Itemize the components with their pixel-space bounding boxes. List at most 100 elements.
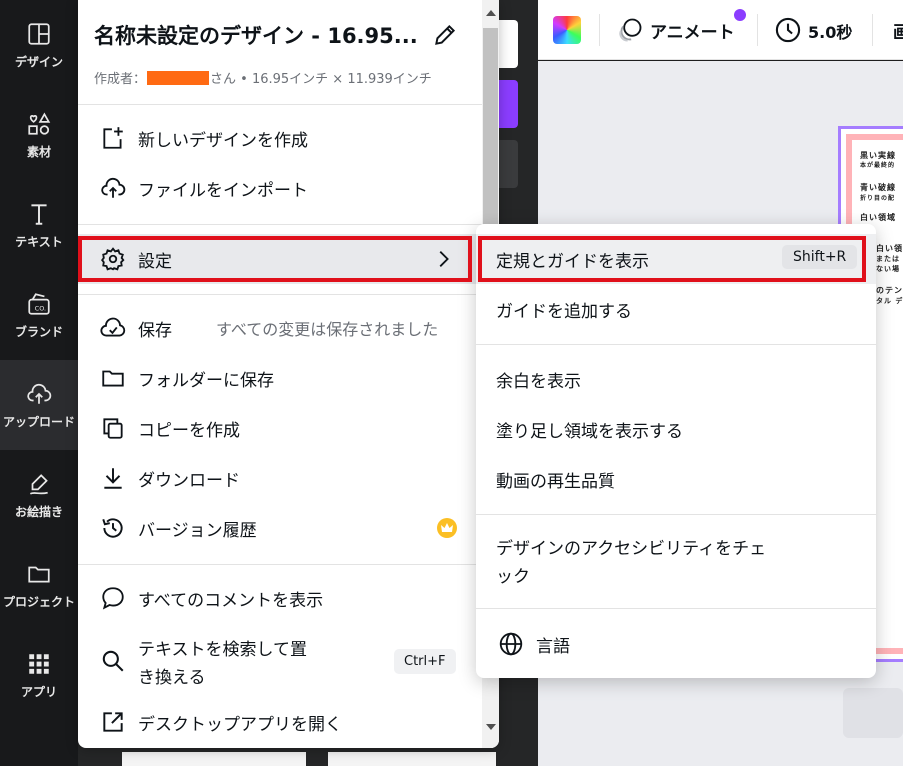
- submenu-label: デザインのアクセシビリティをチェ: [496, 539, 767, 559]
- submenu-item-language[interactable]: 言語: [476, 619, 876, 669]
- menu-item-make-copy[interactable]: コピーを作成: [78, 403, 482, 453]
- globe-icon: [499, 632, 523, 656]
- notification-dot: [734, 9, 746, 21]
- menu-item-settings[interactable]: 設定: [78, 234, 482, 284]
- sidebar-label: プロジェクト: [2, 594, 75, 609]
- clock-icon[interactable]: [774, 16, 802, 44]
- svg-text:CO.: CO.: [35, 304, 46, 312]
- submenu-divider: [476, 344, 876, 345]
- submenu-item-video-quality[interactable]: 動画の再生品質: [476, 454, 876, 504]
- menu-item-show-comments[interactable]: すべてのコメントを表示: [78, 573, 482, 623]
- submenu-divider: [476, 608, 876, 609]
- sidebar-item-apps[interactable]: アプリ: [0, 630, 78, 720]
- sidebar-item-design[interactable]: デザイン: [0, 0, 78, 90]
- submenu-item-show-margins[interactable]: 余白を表示: [476, 354, 876, 404]
- cloud-upload-icon: [101, 177, 126, 198]
- text-icon: [31, 203, 47, 225]
- submenu-item-accessibility[interactable]: デザインのアクセシビリティをチェ ック: [476, 524, 876, 604]
- sidebar-label: テキスト: [15, 234, 63, 249]
- cloud-upload-icon: [27, 383, 52, 404]
- submenu-label: 動画の再生品質: [496, 472, 615, 492]
- sidebar-item-uploads[interactable]: アップロード: [0, 360, 78, 450]
- menu-label: バージョン履歴: [138, 520, 257, 541]
- copy-icon: [103, 418, 123, 439]
- search-icon: [102, 650, 124, 672]
- brand-icon: CO.: [28, 292, 50, 315]
- sidebar-label: 素材: [26, 144, 51, 159]
- animate-button[interactable]: アニメート: [650, 18, 735, 43]
- menu-divider: [78, 294, 482, 295]
- canvas-text: 青い破線: [860, 183, 896, 192]
- download-icon: [104, 468, 122, 489]
- toolbar-divider: [757, 14, 758, 46]
- panel-thumbnail[interactable]: [328, 752, 496, 766]
- scrollbar-thumb[interactable]: [483, 28, 498, 238]
- cloud-check-icon: [100, 317, 126, 337]
- menu-divider: [78, 224, 482, 225]
- sidebar-item-text[interactable]: テキスト: [0, 180, 78, 270]
- menu-item-save[interactable]: 保存 すべての変更は保存されました: [78, 303, 482, 353]
- sidebar-item-projects[interactable]: プロジェクト: [0, 540, 78, 630]
- scroll-down-arrow-icon[interactable]: [486, 724, 496, 730]
- new-design-icon: [103, 127, 123, 149]
- submenu-label: 塗り足し領域を表示する: [496, 422, 683, 442]
- menu-item-version-history[interactable]: バージョン履歴: [78, 503, 482, 553]
- submenu-item-show-bleed[interactable]: 塗り足し領域を表示する: [476, 404, 876, 454]
- menu-label: 新しいデザインを作成: [138, 130, 308, 151]
- panel-thumbnail[interactable]: [122, 752, 306, 766]
- canvas-text: 折り目の配: [860, 195, 896, 202]
- toolbar-extra-button[interactable]: 画: [893, 18, 903, 43]
- submenu-label: 定規とガイドを表示: [496, 252, 649, 272]
- redacted-name: [147, 71, 210, 85]
- history-icon: [102, 518, 123, 538]
- sidebar-item-draw[interactable]: お絵描き: [0, 450, 78, 540]
- menu-label: ファイルをインポート: [138, 180, 308, 201]
- menu-item-find-replace[interactable]: テキストを検索して置 き換える Ctrl+F: [78, 623, 482, 699]
- sidebar-item-brand[interactable]: CO. ブランド: [0, 270, 78, 360]
- chevron-right-icon: [439, 251, 449, 267]
- left-sidebar: デザイン 素材 テキスト CO. ブランド アップロード お絵描き プロジェクト…: [0, 0, 78, 766]
- sidebar-label: デザイン: [14, 54, 63, 69]
- menu-label: テキストを検索して置: [138, 640, 307, 660]
- animate-icon[interactable]: [616, 16, 644, 44]
- menu-item-save-to-folder[interactable]: フォルダーに保存: [78, 353, 482, 403]
- settings-submenu: 定規とガイドを表示 Shift+R ガイドを追加する 余白を表示 塗り足し領域を…: [476, 224, 876, 678]
- submenu-divider: [476, 514, 876, 515]
- canvas-control-button[interactable]: [843, 688, 903, 738]
- submenu-label: 言語: [536, 637, 570, 657]
- duration-button[interactable]: 5.0秒: [808, 19, 852, 43]
- sidebar-label: ブランド: [14, 324, 63, 339]
- folder-icon: [28, 566, 50, 582]
- canvas-text: ない場: [876, 265, 900, 273]
- design-title[interactable]: 名称未設定のデザイン - 16.95...: [94, 20, 418, 50]
- toolbar-divider: [872, 14, 873, 46]
- menu-item-download[interactable]: ダウンロード: [78, 453, 482, 503]
- sidebar-label: アプリ: [20, 684, 57, 699]
- menu-label: デスクトップアプリを開く: [138, 714, 342, 735]
- submenu-item-show-rulers[interactable]: 定規とガイドを表示 Shift+R: [476, 234, 876, 284]
- sidebar-label: アップロード: [2, 414, 75, 429]
- canvas-text: 白い領域: [860, 213, 896, 222]
- apps-grid-icon: [29, 653, 49, 674]
- layout-icon: [28, 22, 50, 45]
- canvas-text: または: [876, 255, 900, 263]
- author-suffix: さん • 16.95インチ × 11.939インチ: [210, 72, 432, 87]
- save-status: すべての変更は保存されました: [216, 320, 439, 339]
- file-menu: 名称未設定のデザイン - 16.95... 作成者： さん • 16.95インチ …: [78, 0, 499, 748]
- color-picker-button[interactable]: [553, 16, 581, 44]
- sidebar-item-elements[interactable]: 素材: [0, 90, 78, 180]
- menu-item-import-file[interactable]: ファイルをインポート: [78, 163, 482, 213]
- sidebar-label: お絵描き: [14, 504, 63, 519]
- gear-icon: [101, 247, 125, 271]
- submenu-label: 余白を表示: [496, 372, 581, 392]
- submenu-item-add-guides[interactable]: ガイドを追加する: [476, 284, 876, 334]
- menu-divider: [78, 564, 482, 565]
- design-meta: 作成者： さん • 16.95インチ × 11.939インチ: [94, 68, 432, 87]
- menu-item-open-desktop-app[interactable]: デスクトップアプリを開く: [78, 697, 482, 747]
- scroll-up-arrow-icon[interactable]: [486, 10, 496, 16]
- menu-label: き換える: [138, 668, 206, 688]
- pencil-icon[interactable]: [432, 22, 458, 48]
- menu-label: 設定: [138, 251, 172, 272]
- menu-item-new-design[interactable]: 新しいデザインを作成: [78, 113, 482, 163]
- menu-label: コピーを作成: [138, 420, 240, 441]
